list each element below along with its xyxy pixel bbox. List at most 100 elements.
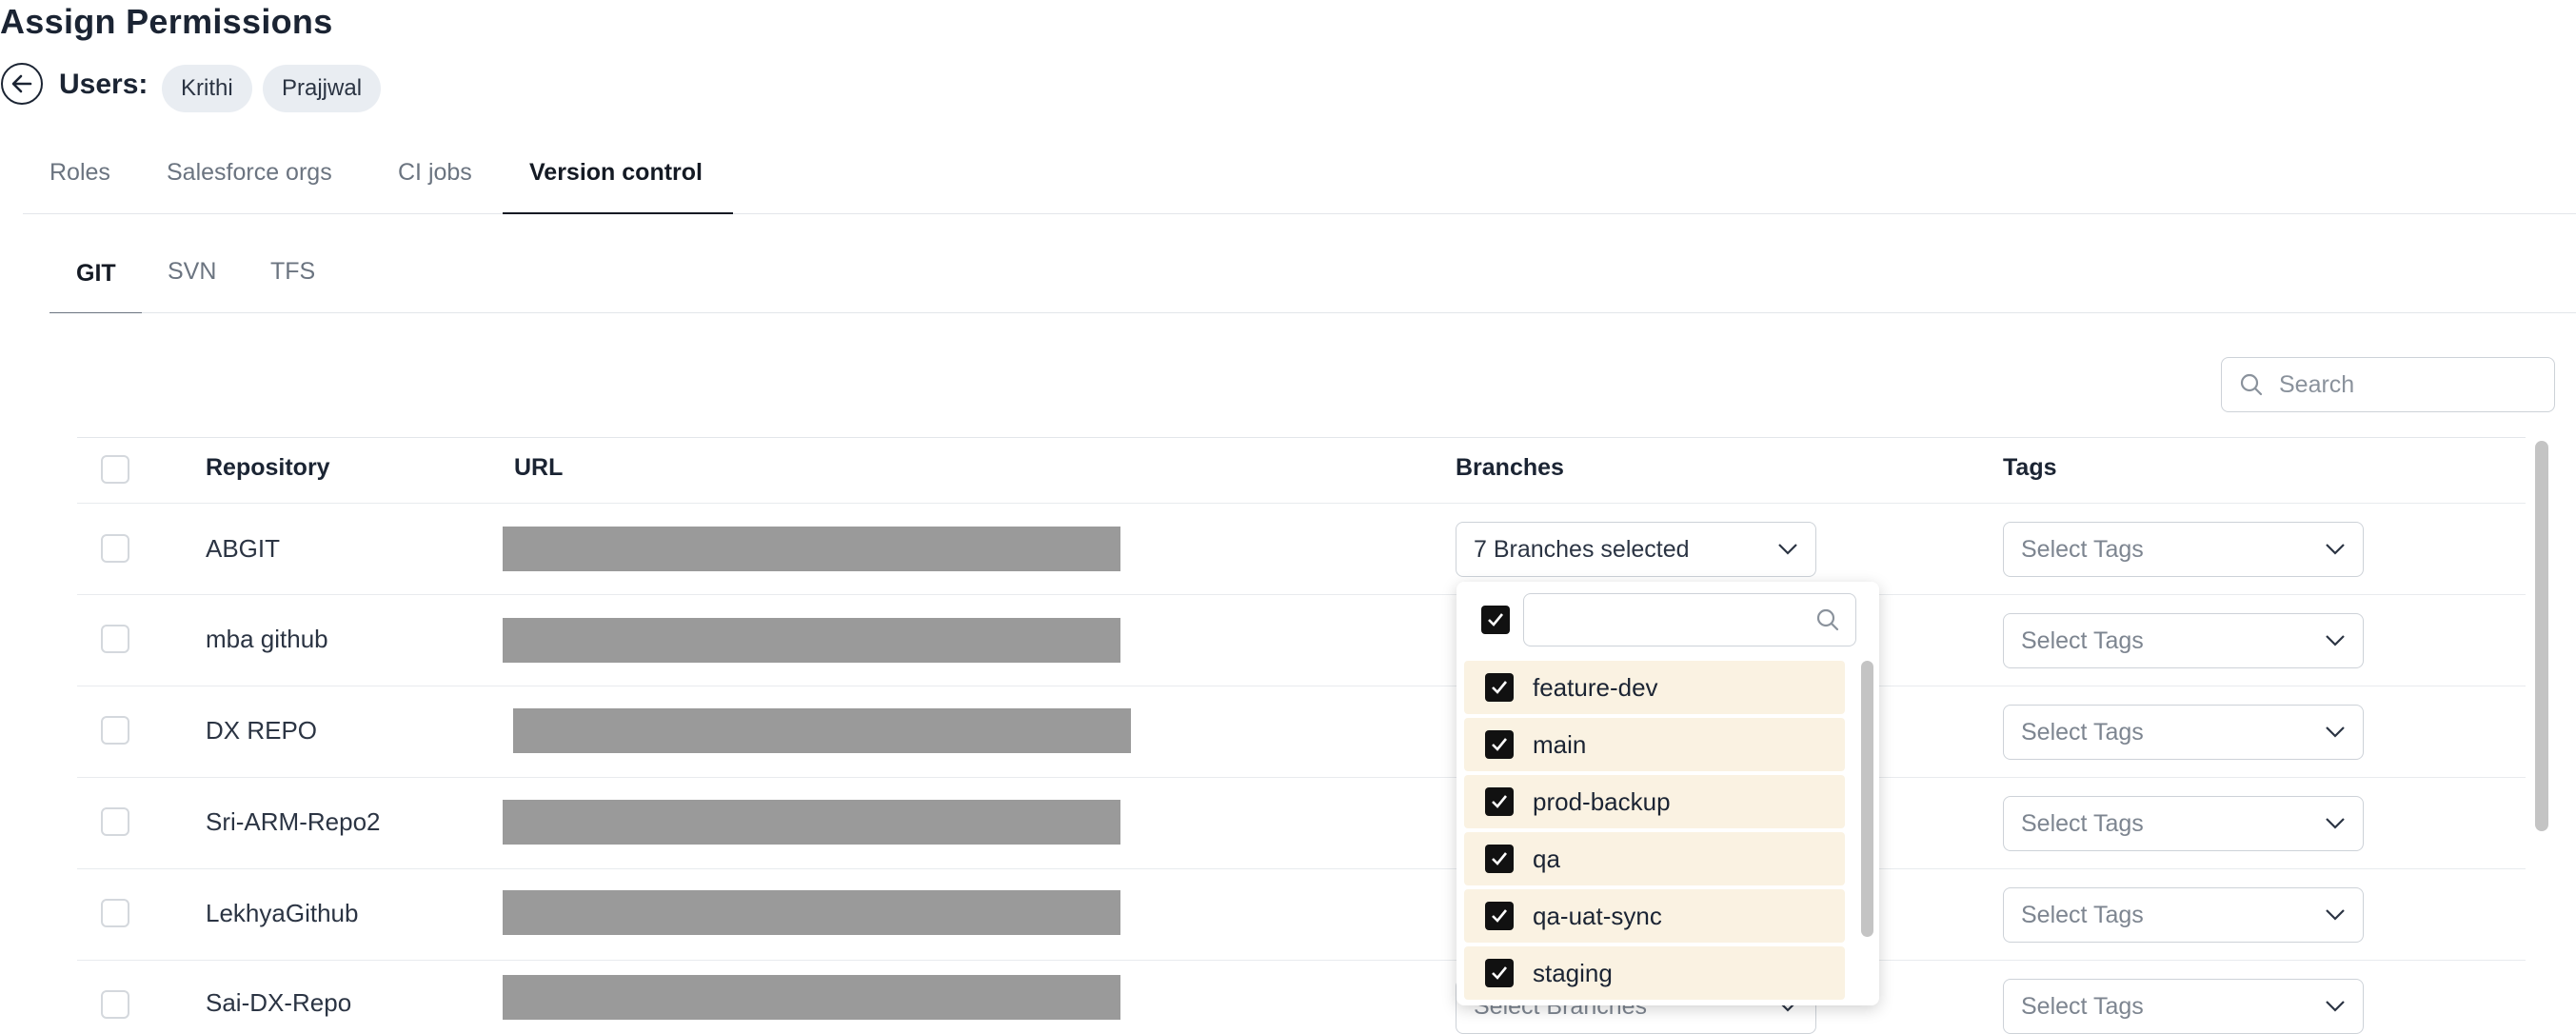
url-redacted <box>503 527 1120 571</box>
branch-option-label: prod-backup <box>1533 786 1671 816</box>
branches-dropdown: feature-dev main prod-backup qa qa-uat-s… <box>1456 582 1879 1005</box>
tags-select[interactable]: Select Tags <box>2003 979 2364 1034</box>
row-checkbox[interactable] <box>101 807 129 836</box>
active-tab-indicator <box>503 212 733 214</box>
tags-select[interactable]: Select Tags <box>2003 522 2364 577</box>
user-chip[interactable]: Krithi <box>162 65 252 112</box>
row-divider <box>77 868 2526 869</box>
select-all-branches-checkbox[interactable] <box>1481 606 1510 634</box>
check-icon <box>1492 681 1508 694</box>
branch-option[interactable]: staging <box>1464 946 1845 1000</box>
header-repository: Repository <box>206 454 330 481</box>
tab-roles[interactable]: Roles <box>50 159 110 187</box>
check-icon <box>1492 966 1508 980</box>
back-button[interactable] <box>1 63 43 105</box>
active-subtab-indicator <box>50 312 142 313</box>
branch-option-checkbox[interactable] <box>1485 673 1514 702</box>
repository-name: LekhyaGithub <box>206 899 359 927</box>
row-checkbox[interactable] <box>101 625 129 653</box>
repository-name: DX REPO <box>206 716 318 745</box>
row-divider <box>77 503 2526 504</box>
branch-option-checkbox[interactable] <box>1485 787 1514 816</box>
row-divider <box>77 960 2526 961</box>
branch-option-label: qa <box>1533 844 1560 873</box>
branch-option-label: staging <box>1533 958 1613 987</box>
branch-option-label: feature-dev <box>1533 672 1658 702</box>
header-url: URL <box>514 454 564 481</box>
tab-tfs[interactable]: TFS <box>270 258 315 286</box>
search-icon <box>2240 373 2263 396</box>
repository-name: Sri-ARM-Repo2 <box>206 807 381 836</box>
header-tags: Tags <box>2003 454 2057 481</box>
dropdown-scrollbar[interactable] <box>1861 661 1873 937</box>
arrow-left-icon <box>11 74 32 93</box>
chevron-down-icon <box>2326 1001 2345 1012</box>
row-divider <box>77 777 2526 778</box>
branch-option-checkbox[interactable] <box>1485 730 1514 759</box>
check-icon <box>1492 795 1508 808</box>
search-icon <box>1816 608 1839 631</box>
tab-svn[interactable]: SVN <box>168 258 216 286</box>
repository-name: mba github <box>206 625 328 653</box>
chevron-down-icon <box>1778 544 1797 555</box>
check-icon <box>1488 613 1504 626</box>
tab-ci-jobs[interactable]: CI jobs <box>398 159 472 187</box>
tags-select-value: Select Tags <box>2021 535 2144 563</box>
tags-select-value: Select Tags <box>2021 718 2144 746</box>
branch-search-input[interactable] <box>1523 593 1856 646</box>
tab-git[interactable]: GIT <box>76 260 116 288</box>
tags-select[interactable]: Select Tags <box>2003 796 2364 851</box>
search-input[interactable] <box>2277 369 2538 400</box>
select-all-checkbox[interactable] <box>101 455 129 484</box>
branch-option[interactable]: feature-dev <box>1464 661 1845 714</box>
branch-option-label: main <box>1533 729 1587 759</box>
branch-option-checkbox[interactable] <box>1485 902 1514 930</box>
tags-select[interactable]: Select Tags <box>2003 613 2364 668</box>
chevron-down-icon <box>2326 635 2345 646</box>
branch-option-checkbox[interactable] <box>1485 845 1514 873</box>
repository-name: Sai-DX-Repo <box>206 988 352 1017</box>
branch-option[interactable]: qa-uat-sync <box>1464 889 1845 943</box>
url-redacted <box>513 708 1131 753</box>
user-chip[interactable]: Prajjwal <box>263 65 382 112</box>
branch-option-label: qa-uat-sync <box>1533 901 1662 930</box>
tab-salesforce-orgs[interactable]: Salesforce orgs <box>167 159 332 187</box>
tags-select-value: Select Tags <box>2021 992 2144 1020</box>
chevron-down-icon <box>2326 544 2345 555</box>
branch-option-checkbox[interactable] <box>1485 959 1514 987</box>
tags-select[interactable]: Select Tags <box>2003 887 2364 943</box>
branch-option[interactable]: main <box>1464 718 1845 771</box>
tags-select[interactable]: Select Tags <box>2003 705 2364 760</box>
check-icon <box>1492 738 1508 751</box>
tags-select-value: Select Tags <box>2021 901 2144 928</box>
tags-select-value: Select Tags <box>2021 626 2144 654</box>
subtabs-divider <box>50 312 2576 313</box>
page-scrollbar[interactable] <box>2535 441 2548 831</box>
row-checkbox[interactable] <box>101 716 129 745</box>
row-divider <box>77 594 2526 595</box>
chevron-down-icon <box>2326 909 2345 921</box>
branches-select[interactable]: 7 Branches selected <box>1456 522 1816 577</box>
branch-option[interactable]: prod-backup <box>1464 775 1845 828</box>
header-branches: Branches <box>1456 454 1564 481</box>
row-checkbox[interactable] <box>101 990 129 1019</box>
branches-select-value: 7 Branches selected <box>1474 535 1690 563</box>
url-redacted <box>503 618 1120 663</box>
tab-version-control[interactable]: Version control <box>529 159 703 187</box>
table-top-border <box>77 437 2526 438</box>
chevron-down-icon <box>2326 818 2345 829</box>
tags-select-value: Select Tags <box>2021 809 2144 837</box>
check-icon <box>1492 909 1508 923</box>
row-checkbox[interactable] <box>101 534 129 563</box>
branch-option[interactable]: qa <box>1464 832 1845 885</box>
repository-name: ABGIT <box>206 534 281 563</box>
check-icon <box>1492 852 1508 865</box>
page-title: Assign Permissions <box>0 2 333 41</box>
url-redacted <box>503 800 1120 845</box>
row-checkbox[interactable] <box>101 899 129 927</box>
search-box[interactable] <box>2221 357 2555 412</box>
users-label: Users: <box>59 69 149 100</box>
url-redacted <box>503 975 1120 1020</box>
url-redacted <box>503 890 1120 935</box>
tabs-divider <box>23 213 2576 214</box>
